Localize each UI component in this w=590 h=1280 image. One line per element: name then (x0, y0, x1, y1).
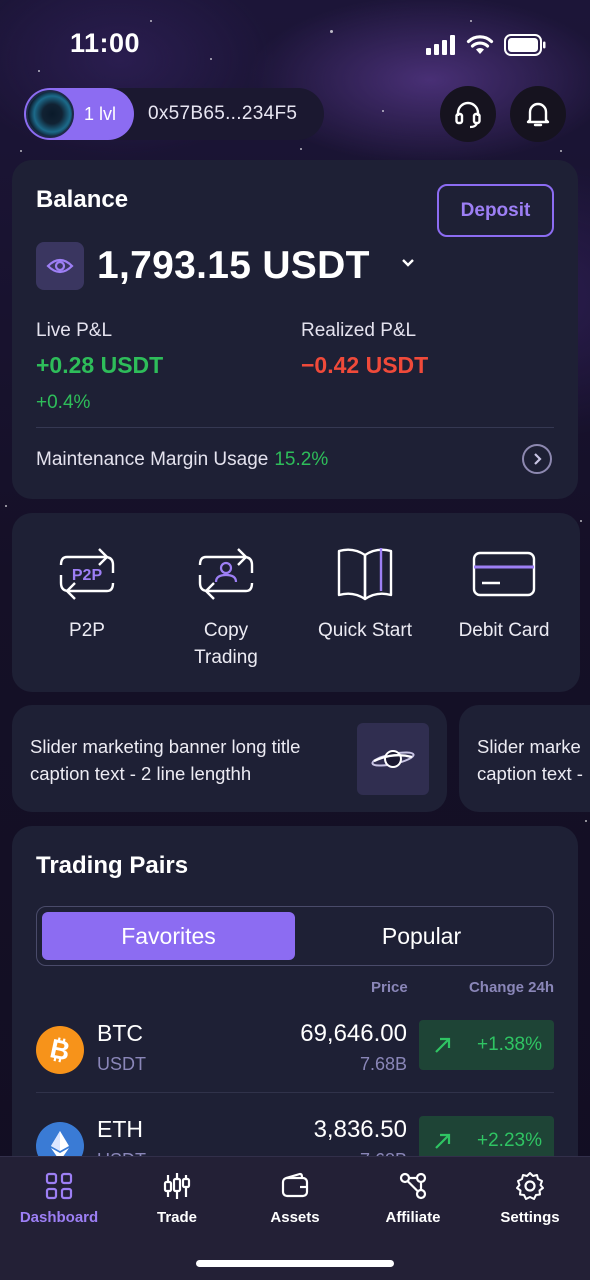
divider (36, 1092, 554, 1093)
trading-pairs-title: Trading Pairs (36, 852, 189, 879)
status-icons (426, 34, 546, 56)
margin-details-button[interactable] (522, 444, 552, 474)
live-pl-value: +0.28 USDT (36, 352, 164, 378)
gear-icon (516, 1172, 544, 1200)
pair-symbol: BTC (97, 1020, 143, 1046)
balance-amount: 1,793.15 USDT (97, 244, 370, 287)
wallet-pill[interactable]: 1 lvl 0x57B65...234F5 (24, 88, 324, 140)
home-indicator[interactable] (196, 1260, 394, 1267)
status-bar: 11:00 (0, 0, 590, 88)
margin-usage-label: Maintenance Margin Usage (36, 449, 269, 470)
nav-label: Assets (270, 1209, 320, 1226)
p2p-icon: P2P (59, 548, 115, 600)
pair-symbol: ETH (97, 1116, 143, 1142)
nav-label: Dashboard (19, 1209, 99, 1226)
margin-usage-value: 15.2% (274, 449, 329, 470)
book-icon (337, 548, 393, 601)
nav-dashboard[interactable]: Dashboard (4, 1171, 114, 1226)
action-p2p[interactable]: P2P P2P (22, 543, 152, 644)
action-label: Debit Card (458, 620, 550, 641)
bell-icon (526, 102, 550, 127)
nav-affiliate[interactable]: Affiliate (358, 1171, 468, 1226)
balance-card: Balance Deposit 1,793.15 USDT Live P&L +… (12, 160, 578, 499)
banner-text: Slider marketing banner long title capti… (30, 733, 340, 787)
arrow-up-right-icon (435, 1037, 451, 1053)
quick-actions-card: P2P P2P Copy Trading Quick Start Debit C… (12, 513, 580, 692)
notifications-button[interactable] (510, 86, 566, 142)
chevron-down-icon[interactable] (400, 257, 416, 269)
pair-price: 69,646.00 (300, 1020, 407, 1047)
arrow-up-right-icon (435, 1133, 451, 1149)
divider (36, 427, 554, 428)
btc-coin-icon: B (36, 1026, 84, 1074)
margin-usage-row[interactable]: Maintenance Margin Usage 15.2% (36, 449, 328, 471)
action-copy-trading[interactable]: Copy Trading (161, 543, 291, 671)
banner-line: caption text - 2 line lengthh (30, 763, 252, 784)
marketing-banner[interactable]: Slider marke caption text - (459, 705, 590, 812)
banner-text: Slider marke caption text - (477, 733, 590, 787)
signal-icon (426, 35, 455, 55)
copy-trading-icon (198, 548, 254, 600)
wallet-address[interactable]: 0x57B65...234F5 (148, 103, 297, 125)
nav-label: Trade (156, 1209, 198, 1226)
action-quick-start[interactable]: Quick Start (300, 543, 430, 644)
banner-line: Slider marketing banner long title (30, 736, 301, 757)
action-debit-card[interactable]: Debit Card (439, 543, 569, 644)
card-icon (472, 551, 536, 597)
battery-icon (504, 34, 546, 56)
action-label: Copy Trading (194, 620, 258, 668)
toggle-visibility-button[interactable] (36, 242, 84, 290)
avatar (26, 90, 74, 138)
nav-settings[interactable]: Settings (475, 1171, 585, 1226)
level-badge[interactable]: 1 lvl (24, 88, 134, 140)
pairs-tab-switch: Favorites Popular (36, 906, 554, 966)
price-column-header: Price (371, 979, 408, 996)
banner-line: caption text - (477, 763, 583, 784)
headset-icon (455, 101, 481, 129)
pair-change-value: +1.38% (477, 1034, 542, 1055)
pair-volume: 7.68B (359, 1054, 407, 1074)
deposit-button[interactable]: Deposit (437, 184, 554, 237)
live-pl-percent: +0.4% (36, 392, 91, 413)
network-icon (399, 1172, 427, 1200)
planet-logo-icon (371, 750, 415, 768)
nav-label: Affiliate (385, 1209, 441, 1226)
svg-text:P2P: P2P (72, 567, 103, 584)
nav-label: Settings (500, 1209, 560, 1226)
live-pl-label: Live P&L (36, 320, 113, 341)
wallet-icon (281, 1172, 309, 1198)
change-column-header: Change 24h (468, 979, 554, 996)
pair-change-badge: +1.38% (419, 1020, 554, 1070)
action-label: P2P (69, 620, 105, 641)
dashboard-grid-icon (45, 1172, 73, 1200)
pair-quote: USDT (97, 1054, 146, 1074)
level-text: 1 lvl (84, 103, 117, 124)
balance-title: Balance (36, 186, 129, 213)
realized-pl-value: −0.42 USDT (301, 352, 429, 378)
banner-image (357, 723, 429, 795)
pair-change-value: +2.23% (477, 1130, 542, 1151)
action-label: Quick Start (318, 620, 412, 641)
tab-popular[interactable]: Popular (295, 912, 548, 960)
candlestick-icon (163, 1173, 191, 1199)
banner-line: Slider marke (477, 736, 581, 757)
eye-icon (46, 258, 74, 274)
support-button[interactable] (440, 86, 496, 142)
nav-trade[interactable]: Trade (122, 1171, 232, 1226)
wifi-icon (466, 35, 494, 54)
pair-price: 3,836.50 (313, 1116, 407, 1143)
realized-pl-label: Realized P&L (301, 320, 417, 341)
tab-favorites[interactable]: Favorites (42, 912, 295, 960)
status-time: 11:00 (70, 28, 141, 58)
nav-assets[interactable]: Assets (240, 1171, 350, 1226)
pair-row-btc[interactable]: B BTC USDT 69,646.00 7.68B +1.38% (36, 1020, 554, 1110)
chevron-right-icon (534, 453, 542, 465)
marketing-banner[interactable]: Slider marketing banner long title capti… (12, 705, 447, 812)
